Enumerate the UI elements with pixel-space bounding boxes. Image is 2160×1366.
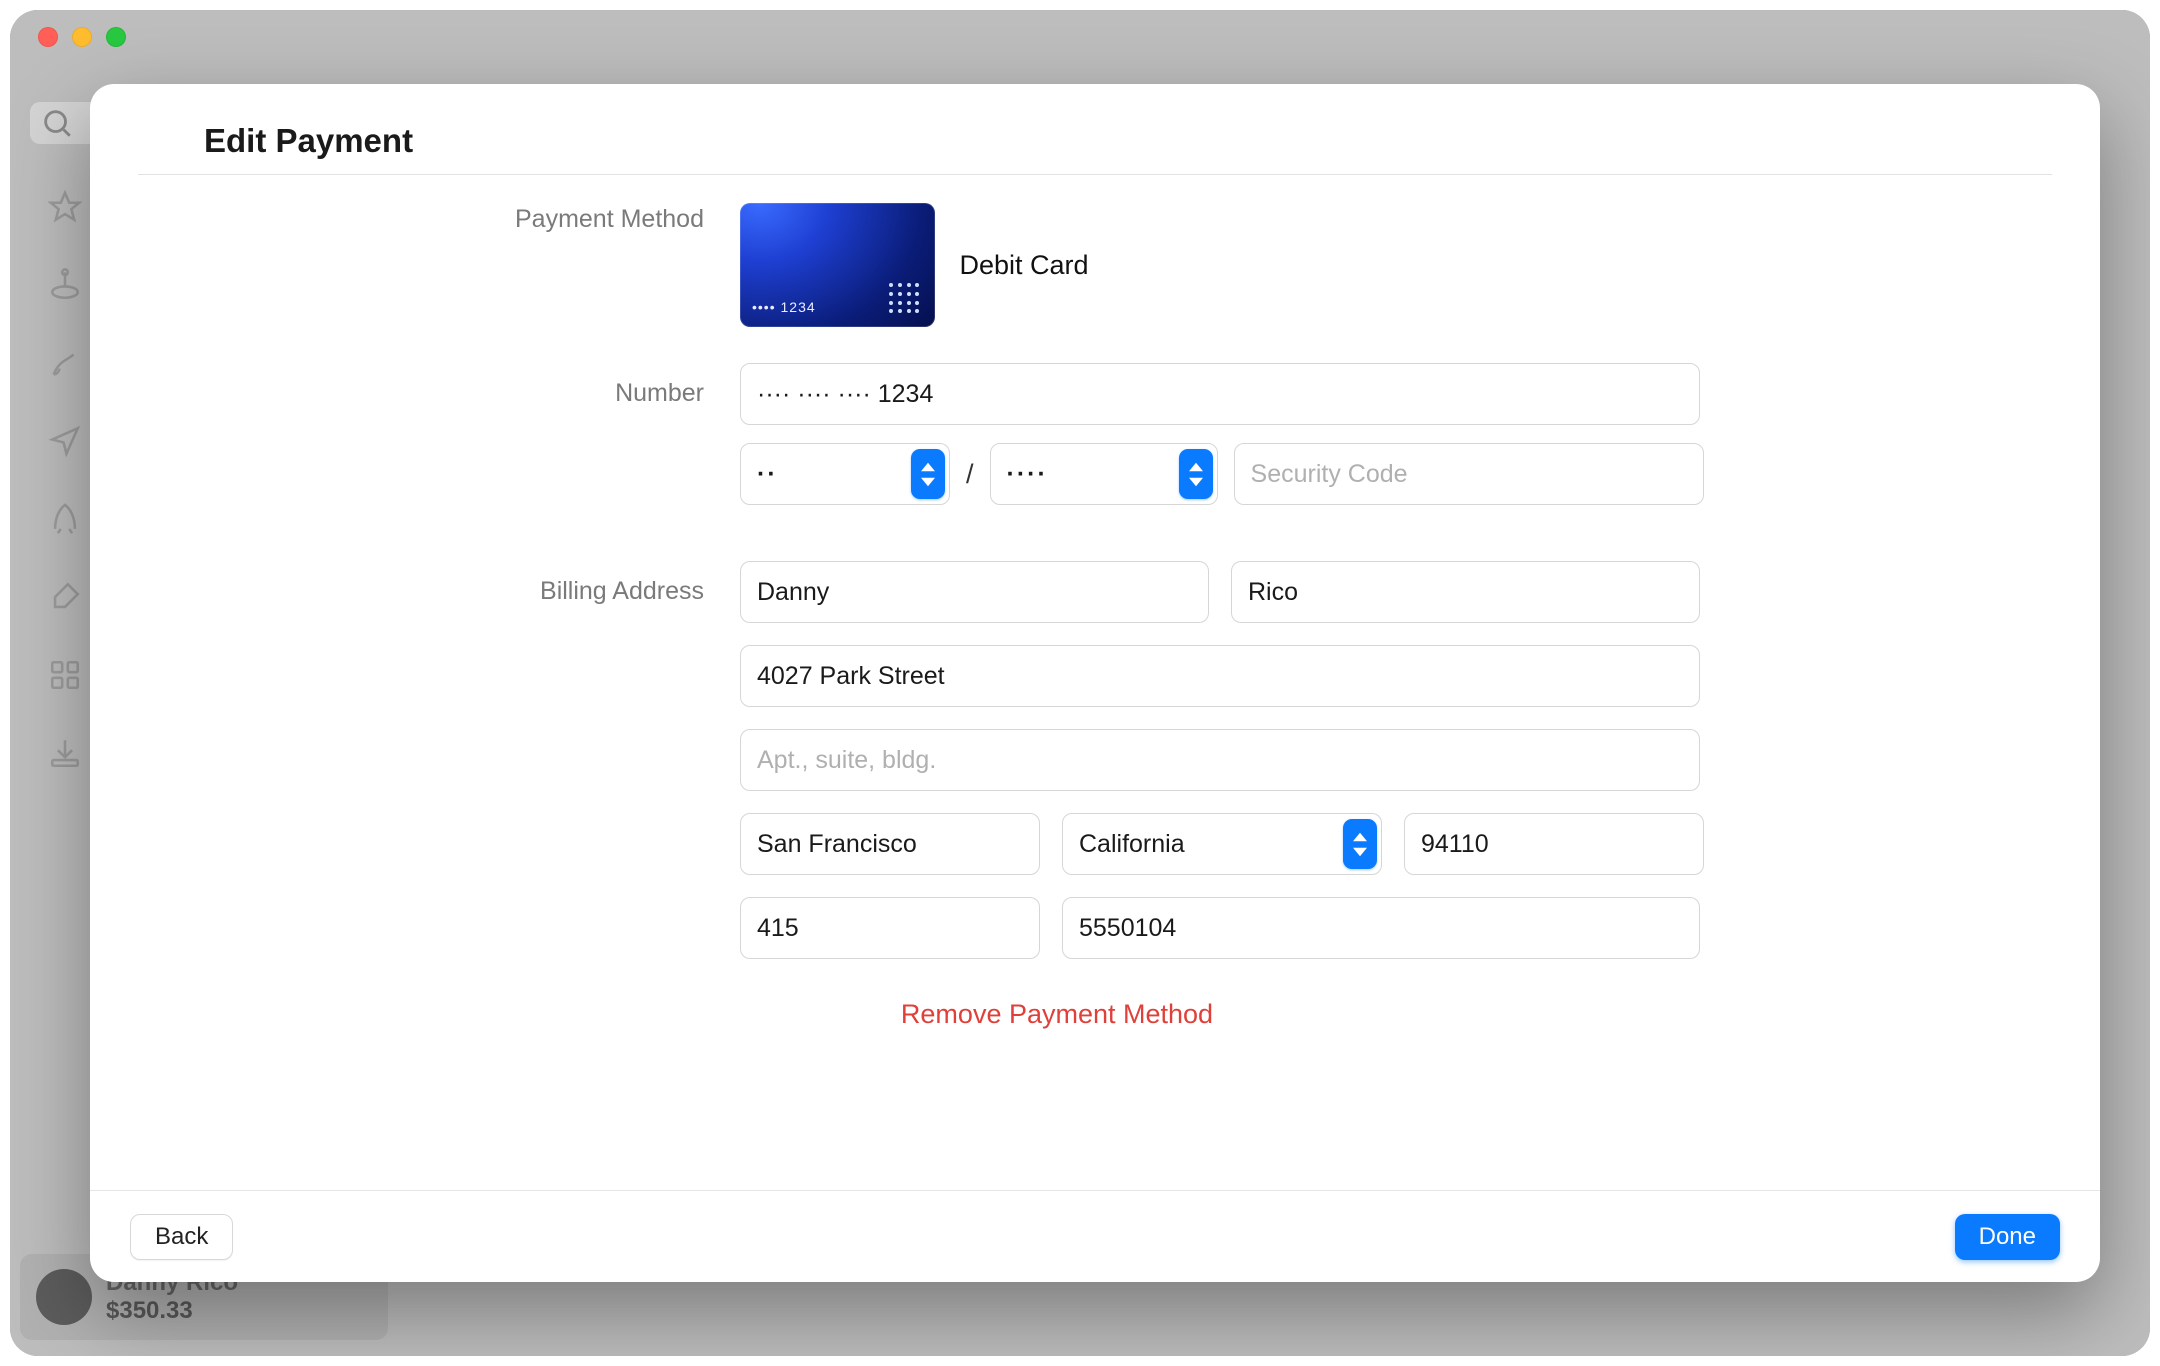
window-titlebar: [10, 10, 2150, 64]
mac-window: Danny Rico $350.33 Edit Payment Payment …: [10, 10, 2150, 1356]
window-zoom-button[interactable]: [106, 27, 126, 47]
star-icon[interactable]: [48, 190, 82, 224]
phone-area-input[interactable]: [740, 897, 1040, 959]
card-art-number: •••• 1234: [752, 299, 816, 315]
state-value: California: [1079, 830, 1185, 859]
card-type-label: Debit Card: [959, 250, 1088, 281]
first-name-input[interactable]: [740, 561, 1209, 623]
app-window: Danny Rico $350.33 Edit Payment Payment …: [10, 10, 2150, 1356]
security-code-input[interactable]: [1234, 443, 1704, 505]
stepper-icon: [1179, 449, 1213, 499]
window-close-button[interactable]: [38, 27, 58, 47]
label-number: Number: [204, 379, 704, 408]
phone-number-input[interactable]: [1062, 897, 1700, 959]
arcade-icon[interactable]: [48, 268, 82, 302]
label-payment-method: Payment Method: [204, 205, 704, 234]
done-button[interactable]: Done: [1955, 1214, 2060, 1260]
city-input[interactable]: [740, 813, 1040, 875]
work-icon[interactable]: [48, 424, 82, 458]
card-number-input[interactable]: [740, 363, 1700, 425]
exp-year-value: ····: [1007, 460, 1048, 489]
account-balance: $350.33: [106, 1297, 238, 1325]
categories-icon[interactable]: [48, 658, 82, 692]
state-select[interactable]: California: [1062, 813, 1382, 875]
street2-input[interactable]: [740, 729, 1700, 791]
sheet-title: Edit Payment: [204, 122, 1910, 160]
exp-separator: /: [966, 459, 974, 490]
exp-month-select[interactable]: ··: [740, 443, 950, 505]
divider: [138, 174, 2052, 175]
card-art-chip-icon: [889, 283, 921, 315]
develop-icon[interactable]: [48, 580, 82, 614]
edit-payment-sheet: Edit Payment Payment Method •••• 1234: [90, 84, 2100, 1282]
create-icon[interactable]: [48, 346, 82, 380]
sheet-footer: Back Done: [90, 1190, 2100, 1282]
exp-month-value: ··: [757, 460, 778, 489]
search-icon: [40, 106, 74, 140]
stepper-icon: [1343, 819, 1377, 869]
card-art: •••• 1234: [740, 203, 935, 327]
label-billing-address: Billing Address: [204, 577, 704, 606]
street1-input[interactable]: [740, 645, 1700, 707]
updates-icon[interactable]: [48, 736, 82, 770]
play-icon[interactable]: [48, 502, 82, 536]
window-minimize-button[interactable]: [72, 27, 92, 47]
remove-payment-method-link[interactable]: Remove Payment Method: [204, 999, 1910, 1030]
avatar: [36, 1269, 92, 1325]
back-button[interactable]: Back: [130, 1214, 233, 1260]
stepper-icon: [911, 449, 945, 499]
last-name-input[interactable]: [1231, 561, 1700, 623]
postal-code-input[interactable]: [1404, 813, 1704, 875]
exp-year-select[interactable]: ····: [990, 443, 1218, 505]
